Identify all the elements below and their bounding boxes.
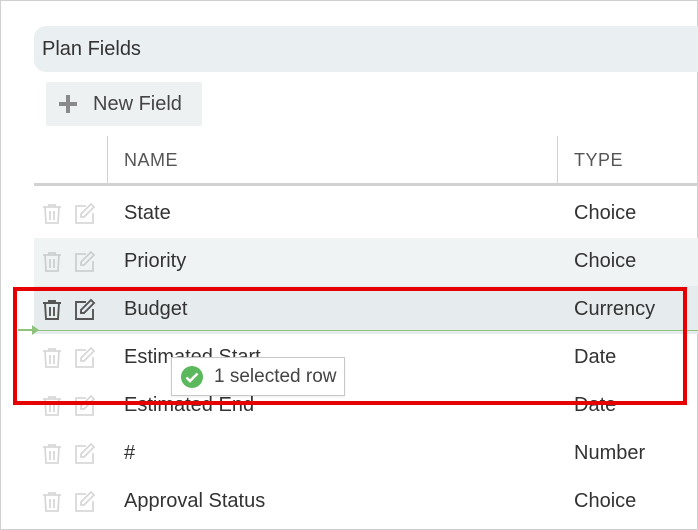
new-field-button[interactable]: New Field — [46, 82, 202, 126]
trash-icon[interactable] — [40, 250, 64, 274]
field-type: Date — [574, 394, 617, 416]
plus-icon — [59, 95, 77, 113]
trash-icon[interactable] — [40, 442, 64, 466]
new-field-label: New Field — [93, 92, 182, 115]
edit-icon[interactable] — [72, 346, 96, 370]
table-row[interactable]: Estimated End Date — [34, 382, 698, 430]
edit-icon[interactable] — [72, 250, 96, 274]
column-divider[interactable] — [557, 136, 558, 183]
field-name: Approval Status — [124, 490, 266, 512]
drop-indicator — [34, 330, 698, 331]
section-title: Plan Fields — [42, 37, 141, 60]
drag-tooltip: 1 selected row — [171, 357, 345, 396]
drop-arrow-icon — [18, 325, 39, 335]
field-type: Date — [574, 346, 617, 368]
column-divider[interactable] — [107, 136, 108, 183]
section-header: Plan Fields — [34, 26, 698, 72]
edit-icon[interactable] — [72, 202, 96, 226]
trash-icon[interactable] — [40, 346, 64, 370]
edit-icon[interactable] — [72, 490, 96, 514]
trash-icon[interactable] — [40, 490, 64, 514]
column-header-type[interactable]: TYPE — [574, 150, 623, 171]
field-type: Choice — [574, 202, 637, 224]
field-type: Choice — [574, 250, 637, 272]
field-type: Choice — [574, 490, 637, 512]
trash-icon[interactable] — [40, 202, 64, 226]
edit-icon[interactable] — [72, 442, 96, 466]
field-name: State — [124, 202, 171, 224]
edit-icon[interactable] — [72, 298, 96, 322]
check-circle-icon — [181, 365, 203, 388]
field-name: # — [124, 442, 136, 464]
table-row[interactable]: Approval Status Choice — [34, 478, 698, 526]
column-header-name[interactable]: NAME — [124, 150, 178, 171]
trash-icon[interactable] — [40, 298, 64, 322]
field-name: Budget — [124, 298, 188, 320]
field-type: Number — [574, 442, 646, 464]
table-row[interactable]: Estimated Start Date — [34, 334, 698, 382]
table-row[interactable]: State Choice — [34, 190, 698, 238]
drag-tooltip-label: 1 selected row — [214, 365, 337, 387]
table-row[interactable]: # Number — [34, 430, 698, 478]
field-type: Currency — [574, 298, 656, 320]
edit-icon[interactable] — [72, 394, 96, 418]
field-name: Priority — [124, 250, 187, 272]
trash-icon[interactable] — [40, 394, 64, 418]
table-row[interactable]: Budget Currency — [34, 286, 698, 334]
field-name: Estimated End — [124, 394, 255, 416]
table-row[interactable]: Priority Choice — [34, 238, 698, 286]
table-header: NAME TYPE — [34, 136, 698, 186]
